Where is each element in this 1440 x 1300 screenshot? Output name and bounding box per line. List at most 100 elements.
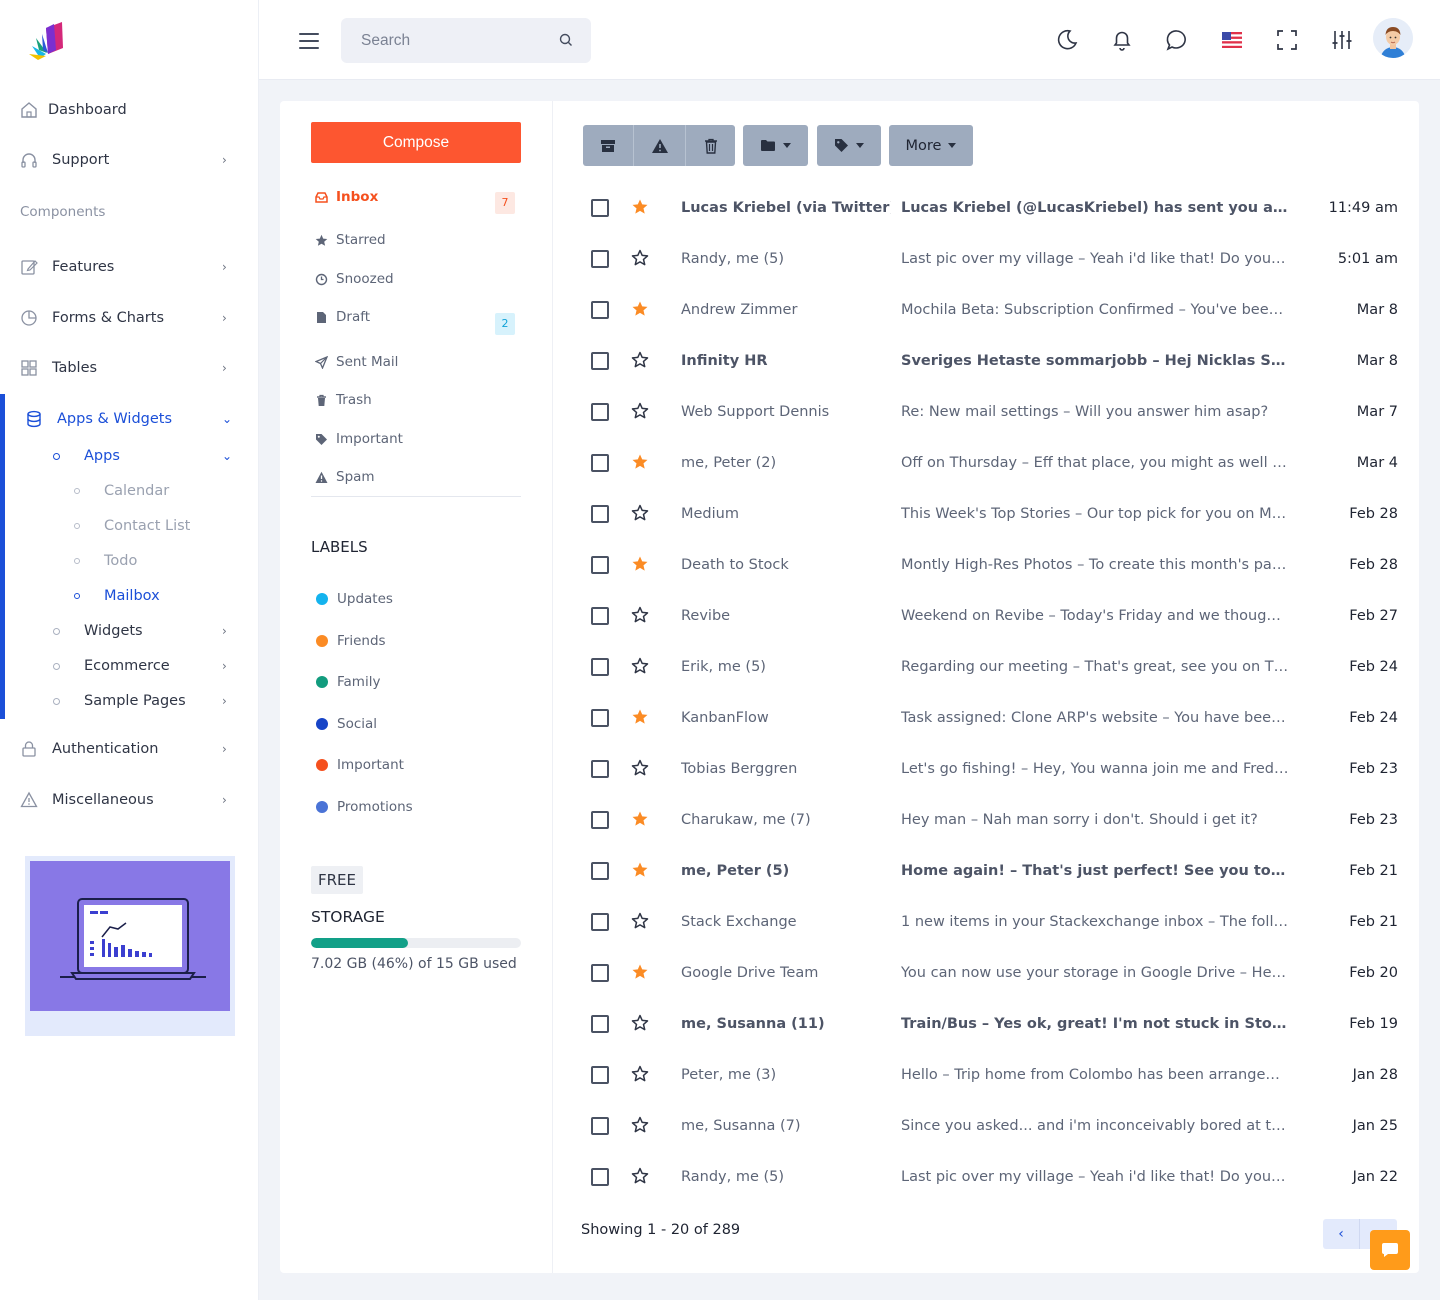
sidebar-item-widgets[interactable]: Widgets › [0,616,259,646]
more-dropdown[interactable]: More [889,125,973,166]
star-icon[interactable] [631,1014,649,1032]
star-icon[interactable] [631,351,649,369]
sidebar-item-tables[interactable]: Tables › [0,350,259,386]
move-to-folder-button[interactable] [743,125,808,166]
mail-select-checkbox[interactable] [591,1015,609,1033]
folder-spam[interactable]: Spam [315,465,520,489]
sidebar-item-apps-widgets[interactable]: Apps & Widgets ⌄ [0,401,259,437]
mail-row[interactable]: Revibe Weekend on Revibe – Today's Friday… [581,592,1401,643]
star-icon[interactable] [631,606,649,624]
mail-select-checkbox[interactable] [591,250,609,268]
mail-row[interactable]: me, Susanna (11) Train/Bus – Yes ok, grea… [581,1000,1401,1051]
mail-select-checkbox[interactable] [591,607,609,625]
mail-select-checkbox[interactable] [591,1117,609,1135]
star-icon[interactable] [631,453,649,471]
folder-trash[interactable]: Trash [315,388,520,412]
sidebar-item-calendar[interactable]: Calendar [0,476,259,506]
label-item[interactable]: Family [316,672,380,692]
mail-row[interactable]: me, Peter (5) Home again! – That's just p… [581,847,1401,898]
mail-row[interactable]: Peter, me (3) Hello – Trip home from Colo… [581,1051,1401,1102]
label-item[interactable]: Social [316,714,377,734]
label-dropdown[interactable] [817,125,881,166]
sidebar-item-dashboard[interactable]: Dashboard [0,92,259,128]
mail-row[interactable]: Death to Stock Montly High-Res Photos – T… [581,541,1401,592]
folder-inbox[interactable]: Inbox 7 [315,185,520,214]
star-icon[interactable] [631,249,649,267]
mail-row[interactable]: Lucas Kriebel (via Twitter) Lucas Kriebel… [581,184,1401,235]
star-icon[interactable] [631,861,649,879]
mail-row[interactable]: Charukaw, me (7) Hey man – Nah man sorry … [581,796,1401,847]
star-icon[interactable] [631,759,649,777]
mail-row[interactable]: Tobias Berggren Let's go fishing! – Hey, … [581,745,1401,796]
star-icon[interactable] [631,300,649,318]
mail-select-checkbox[interactable] [591,556,609,574]
mail-select-checkbox[interactable] [591,1168,609,1186]
sidebar-item-authentication[interactable]: Authentication › [0,731,259,767]
mail-select-checkbox[interactable] [591,505,609,523]
mail-select-checkbox[interactable] [591,301,609,319]
mail-select-checkbox[interactable] [591,709,609,727]
avatar[interactable] [1373,18,1413,58]
mail-select-checkbox[interactable] [591,403,609,421]
app-logo[interactable] [26,20,66,62]
mail-row[interactable]: Stack Exchange 1 new items in your Stacke… [581,898,1401,949]
mail-row[interactable]: KanbanFlow Task assigned: Clone ARP's web… [581,694,1401,745]
mail-row[interactable]: me, Peter (2) Off on Thursday – Eff that … [581,439,1401,490]
star-icon[interactable] [631,1116,649,1134]
star-icon[interactable] [631,1167,649,1185]
sidebar-item-ecommerce[interactable]: Ecommerce › [0,651,259,681]
mail-select-checkbox[interactable] [591,862,609,880]
mail-select-checkbox[interactable] [591,658,609,676]
mail-row[interactable]: Google Drive Team You can now use your st… [581,949,1401,1000]
sidebar-item-sample-pages[interactable]: Sample Pages › [0,686,259,716]
label-item[interactable]: Friends [316,631,386,651]
mail-select-checkbox[interactable] [591,913,609,931]
archive-button[interactable] [583,125,634,166]
search-input[interactable] [341,18,551,63]
folder-draft[interactable]: Draft 2 [315,305,520,335]
sidebar-item-miscellaneous[interactable]: Miscellaneous › [0,782,259,818]
mail-select-checkbox[interactable] [591,1066,609,1084]
mail-row[interactable]: Erik, me (5) Regarding our meeting – That… [581,643,1401,694]
sidebar-item-features[interactable]: Features › [0,249,259,285]
label-item[interactable]: Promotions [316,797,413,817]
star-icon[interactable] [631,1065,649,1083]
mail-row[interactable]: Medium This Week's Top Stories – Our top … [581,490,1401,541]
sidebar-item-forms-charts[interactable]: Forms & Charts › [0,300,259,336]
move-to-folder-dropdown[interactable] [743,125,808,166]
mail-select-checkbox[interactable] [591,352,609,370]
fullscreen-icon[interactable] [1275,28,1299,52]
folder-sent-mail[interactable]: Sent Mail [315,350,520,374]
more-button[interactable]: More [889,125,973,166]
label-item[interactable]: Updates [316,589,393,609]
chat-icon[interactable] [1165,28,1189,52]
star-icon[interactable] [631,657,649,675]
star-icon[interactable] [631,912,649,930]
sidebar-item-todo[interactable]: Todo [0,546,259,576]
sidebar-item-mailbox[interactable]: Mailbox [0,581,259,611]
mail-select-checkbox[interactable] [591,760,609,778]
moon-icon[interactable] [1055,28,1079,52]
mail-row[interactable]: Randy, me (5) Last pic over my village – … [581,235,1401,286]
mail-select-checkbox[interactable] [591,454,609,472]
label-item[interactable]: Important [316,755,404,775]
mail-row[interactable]: Web Support Dennis Re: New mail settings … [581,388,1401,439]
mail-row[interactable]: Andrew Zimmer Mochila Beta: Subscription … [581,286,1401,337]
star-icon[interactable] [631,555,649,573]
mail-row[interactable]: me, Susanna (7) Since you asked... and i'… [581,1102,1401,1153]
folder-important[interactable]: Important [315,427,520,451]
sidebar-item-contact-list[interactable]: Contact List [0,511,259,541]
mail-select-checkbox[interactable] [591,964,609,982]
mail-row[interactable]: Infinity HR Sveriges Hetaste sommarjobb –… [581,337,1401,388]
star-icon[interactable] [631,402,649,420]
search-icon[interactable] [559,33,573,47]
mail-select-checkbox[interactable] [591,199,609,217]
sidebar-item-apps[interactable]: Apps ⌄ [0,441,259,471]
apply-label-button[interactable] [817,125,881,166]
mail-select-checkbox[interactable] [591,811,609,829]
star-icon[interactable] [631,963,649,981]
previous-page-button[interactable]: ‹ [1323,1219,1360,1249]
sidebar-item-support[interactable]: Support › [0,142,259,178]
mail-row[interactable]: Randy, me (5) Last pic over my village – … [581,1153,1401,1204]
report-spam-button[interactable] [634,125,686,166]
